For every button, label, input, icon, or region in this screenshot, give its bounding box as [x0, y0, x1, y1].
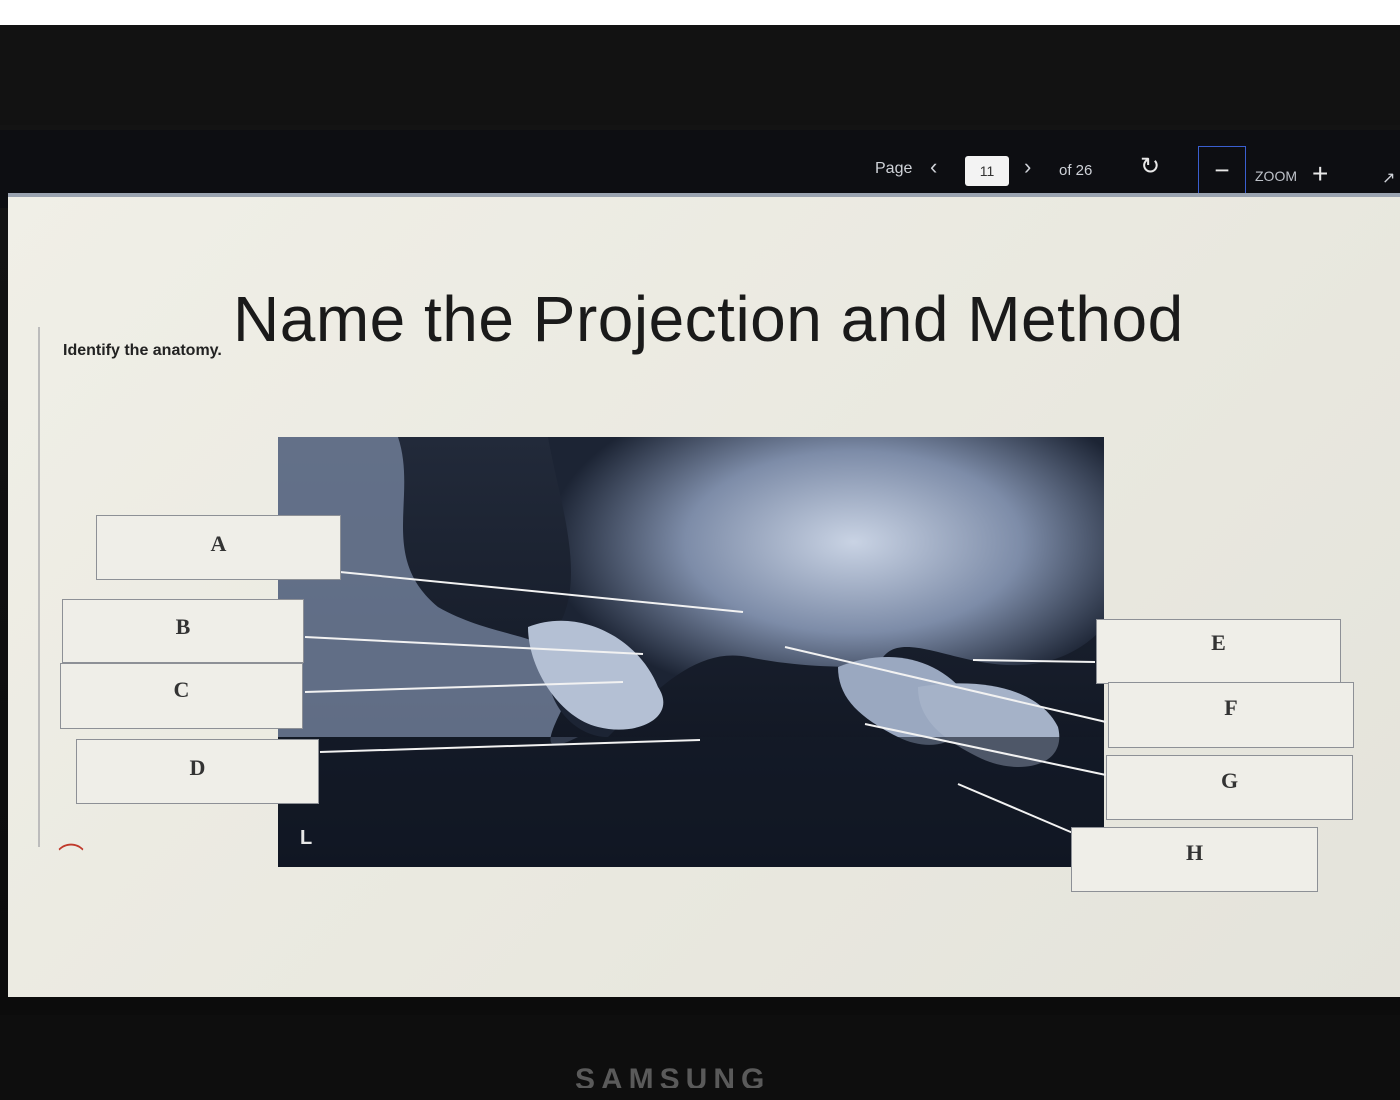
- zoom-in-button[interactable]: +: [1312, 158, 1328, 190]
- chevron-left-icon[interactable]: ‹: [930, 154, 937, 180]
- label-box-b[interactable]: B: [62, 599, 304, 663]
- label-box-e[interactable]: E: [1096, 619, 1341, 684]
- expand-icon[interactable]: ↗: [1382, 168, 1395, 188]
- monitor-frame: Page ‹ › of 26 ↻ − ZOOM + ↗ Identify the…: [0, 25, 1400, 1100]
- page-total: of 26: [1059, 162, 1093, 179]
- monitor-bottom-bezel: SAMSUNG: [0, 1015, 1400, 1100]
- instruction-text: Identify the anatomy.: [63, 342, 222, 359]
- zoom-label: ZOOM: [1255, 168, 1297, 184]
- xray-side-marker: L: [300, 827, 313, 849]
- slide-divider: [38, 327, 40, 847]
- label-box-f[interactable]: F: [1108, 682, 1354, 748]
- label-box-h[interactable]: H: [1071, 827, 1318, 892]
- slide-title: Name the Projection and Method: [233, 283, 1184, 355]
- slide-page: Identify the anatomy. Name the Projectio…: [8, 193, 1400, 997]
- label-box-c[interactable]: C: [60, 663, 303, 729]
- monitor-top-bezel: [0, 25, 1400, 125]
- label-box-g[interactable]: G: [1106, 755, 1353, 820]
- xray-image: [278, 437, 1104, 867]
- zoom-out-button[interactable]: −: [1198, 146, 1246, 196]
- cursor-icon: ⌒: [58, 842, 85, 872]
- rotate-icon[interactable]: ↻: [1140, 152, 1160, 181]
- chevron-right-icon[interactable]: ›: [1024, 154, 1031, 180]
- label-box-d[interactable]: D: [76, 739, 319, 804]
- page-label: Page: [875, 160, 913, 177]
- monitor-brand-logo: SAMSUNG: [575, 1063, 771, 1088]
- label-box-a[interactable]: A: [96, 515, 341, 580]
- page-number-input[interactable]: [965, 156, 1009, 186]
